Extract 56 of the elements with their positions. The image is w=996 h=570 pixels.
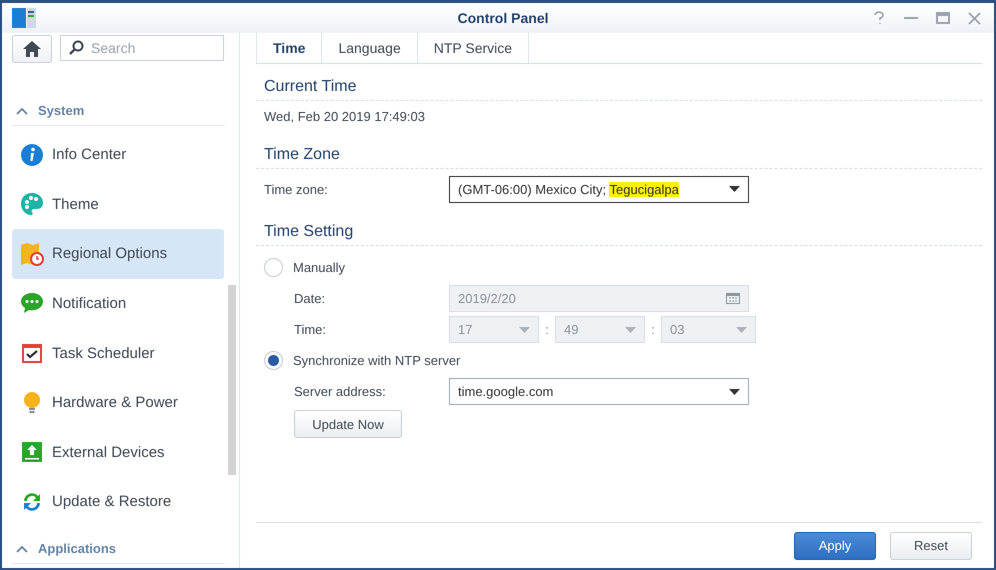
- search-icon: [68, 40, 84, 56]
- app-logo-icon: [12, 8, 36, 28]
- field-label: Time zone:: [264, 182, 329, 196]
- dropdown-caret-icon: [625, 326, 636, 332]
- scrollbar[interactable]: [228, 285, 236, 475]
- map-clock-icon: [20, 242, 44, 266]
- info-icon: [20, 142, 44, 167]
- sidebar-item[interactable]: Update & Restore: [12, 476, 224, 526]
- sidebar-item[interactable]: Regional Options: [12, 229, 224, 279]
- calendar-icon: [726, 293, 740, 304]
- question-mark-icon: [872, 11, 885, 25]
- field-label: Date:: [294, 291, 326, 306]
- upload-icon: [20, 440, 44, 464]
- sidebar-item[interactable]: External Devices: [12, 427, 224, 477]
- chevron-up-icon: [16, 544, 28, 553]
- search-field[interactable]: Search: [60, 35, 224, 61]
- sidebar-item[interactable]: Hardware & Power: [12, 378, 224, 428]
- maximize-icon: [936, 12, 950, 24]
- sidebar-item[interactable]: Notification: [12, 278, 224, 328]
- time-separator: :: [544, 322, 550, 337]
- radio-button[interactable]: [264, 351, 283, 370]
- section-header[interactable]: Applications: [12, 534, 225, 564]
- time-zone-dropdown[interactable]: (GMT-06:00) Mexico City; Tegucigalpa: [449, 176, 749, 202]
- section-header[interactable]: System: [12, 96, 225, 126]
- section-heading: Time Zone: [256, 132, 982, 169]
- tab[interactable]: Time: [256, 33, 322, 63]
- field-label: Server address:: [294, 384, 387, 399]
- reset-button[interactable]: Reset: [890, 532, 972, 560]
- tab[interactable]: NTP Service: [418, 33, 530, 63]
- section-heading: Current Time: [256, 64, 982, 101]
- server-address-dropdown[interactable]: time.google.com: [449, 378, 749, 405]
- sidebar-item[interactable]: Info Center: [12, 130, 224, 180]
- window-title: Control Panel: [456, 10, 548, 26]
- dropdown-caret-icon: [519, 326, 530, 332]
- dropdown-caret-icon: [736, 326, 747, 332]
- apply-button[interactable]: Apply: [794, 532, 876, 560]
- close-icon: [968, 12, 982, 24]
- update-now-button[interactable]: Update Now: [294, 410, 402, 438]
- time-separator: :: [650, 322, 656, 337]
- home-button[interactable]: [12, 35, 52, 63]
- home-icon: [23, 41, 41, 57]
- chevron-up-icon: [16, 106, 28, 115]
- chat-bubble-icon: [20, 291, 44, 316]
- current-time-text: Wed, Feb 20 2019 17:49:03: [264, 109, 425, 124]
- dropdown-caret-icon: [729, 186, 740, 192]
- field-label: Time:: [294, 322, 328, 337]
- sidebar-item[interactable]: Theme: [12, 180, 224, 230]
- palette-icon: [20, 192, 44, 216]
- calendar-check-icon: [20, 341, 44, 365]
- option-label: Manually: [293, 260, 346, 275]
- option-label: Synchronize with NTP server: [293, 353, 460, 368]
- tab[interactable]: Language: [322, 33, 418, 63]
- maximize-button[interactable]: [934, 9, 952, 27]
- dropdown-caret-icon: [729, 388, 740, 394]
- sidebar-item[interactable]: Task Scheduler: [12, 328, 224, 378]
- section-heading: Time Setting: [256, 209, 982, 246]
